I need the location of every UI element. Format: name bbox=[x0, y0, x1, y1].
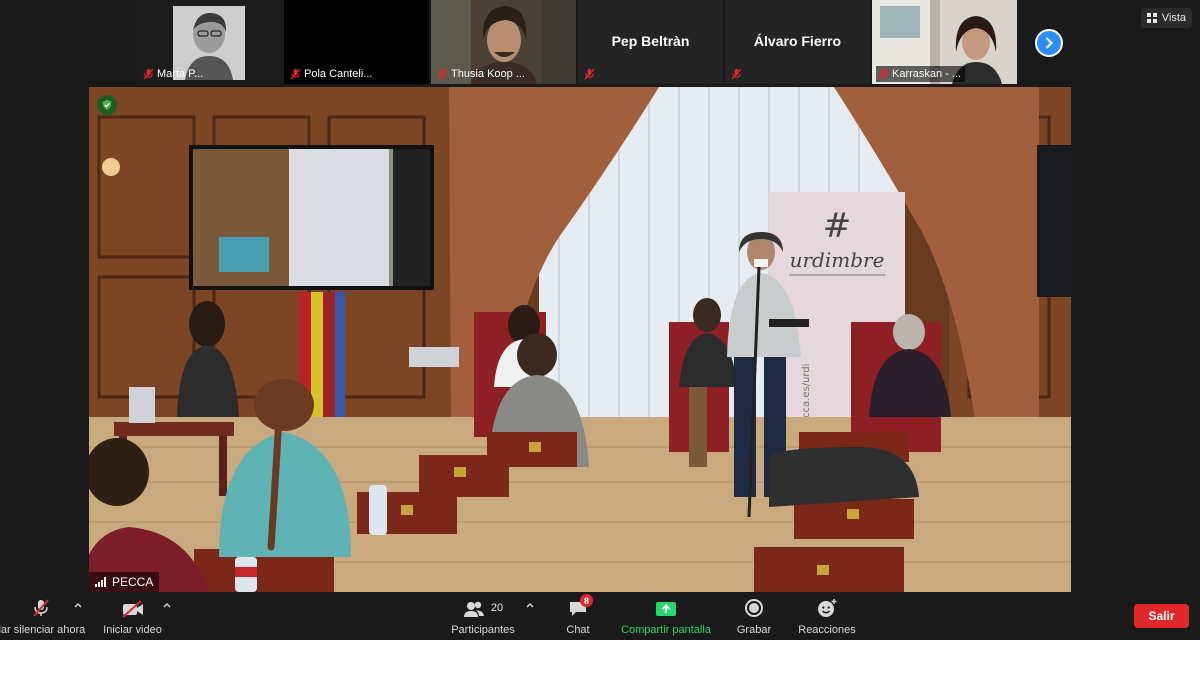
participant-name: Thusia Koop ... bbox=[451, 68, 525, 80]
share-screen-button[interactable]: Compartir pantalla bbox=[619, 596, 713, 636]
main-video: # urdimbre pecca.es/urdi PECCA bbox=[89, 87, 1071, 592]
participant-tile[interactable]: Álvaro Fierro bbox=[725, 0, 870, 84]
participant-tile[interactable]: Marta P... bbox=[137, 0, 282, 84]
participant-name: Pep Beltràn bbox=[611, 33, 690, 49]
record-button[interactable]: Grabar bbox=[737, 596, 771, 636]
participant-tile[interactable]: Pep Beltràn bbox=[578, 0, 723, 84]
participants-icon bbox=[463, 601, 484, 617]
record-label: Grabar bbox=[736, 624, 772, 636]
participants-count: 20 bbox=[490, 602, 504, 614]
participant-label: Karraskan - ... bbox=[876, 66, 966, 82]
unmute-label: Cancelar silenciar ahora bbox=[0, 624, 86, 636]
chat-label: Chat bbox=[566, 624, 590, 636]
banner-word: urdimbre bbox=[790, 248, 885, 272]
active-speaker-name: PECCA bbox=[112, 575, 154, 589]
participant-tile[interactable]: Pola Canteli... bbox=[284, 0, 429, 84]
share-screen-icon bbox=[656, 602, 676, 616]
participant-label bbox=[582, 66, 599, 82]
banner-hash: # bbox=[823, 206, 852, 246]
participant-strip: Marta P... Pola Canteli... Thusia Koop .… bbox=[137, 0, 1017, 86]
participants-options-chevron-icon[interactable] bbox=[525, 601, 535, 609]
audio-options-chevron-icon[interactable] bbox=[73, 601, 83, 609]
mic-muted-icon bbox=[33, 599, 49, 617]
meeting-toolbar: Cancelar silenciar ahora Iniciar video bbox=[0, 592, 1200, 640]
participant-tile[interactable]: Thusia Koop ... bbox=[431, 0, 576, 84]
chat-unread-badge: 8 bbox=[580, 594, 593, 607]
leave-meeting-button[interactable]: Salir bbox=[1134, 604, 1189, 628]
active-speaker-label: PECCA bbox=[89, 572, 160, 592]
mic-off-icon bbox=[731, 68, 742, 80]
mic-off-icon bbox=[437, 68, 448, 80]
chevron-right-icon bbox=[1046, 37, 1053, 49]
encryption-shield-icon[interactable] bbox=[97, 95, 117, 115]
signal-strength-icon bbox=[95, 577, 106, 587]
participant-label: Thusia Koop ... bbox=[435, 66, 529, 82]
participants-label: Participantes bbox=[451, 624, 515, 636]
mic-off-icon bbox=[290, 68, 301, 80]
participant-name: Pola Canteli... bbox=[304, 68, 373, 80]
shield-check-icon bbox=[102, 100, 112, 110]
participant-label: Marta P... bbox=[141, 66, 207, 82]
participant-name: Marta P... bbox=[157, 68, 204, 80]
video-off-icon bbox=[121, 600, 143, 618]
unmute-button[interactable]: Cancelar silenciar ahora bbox=[0, 596, 86, 636]
reactions-smiley-icon bbox=[818, 599, 837, 617]
participant-tile[interactable]: Karraskan - ... bbox=[872, 0, 1017, 84]
mic-off-icon bbox=[878, 68, 889, 80]
start-video-label: Iniciar video bbox=[103, 624, 162, 636]
participant-name: Karraskan - ... bbox=[892, 68, 962, 80]
start-video-button[interactable]: Iniciar video bbox=[100, 596, 165, 636]
participant-label: Pola Canteli... bbox=[288, 66, 377, 82]
grid-icon bbox=[1146, 13, 1157, 23]
reactions-button[interactable]: Reacciones bbox=[798, 596, 856, 636]
share-screen-label: Compartir pantalla bbox=[621, 624, 711, 636]
view-menu-button[interactable]: Vista bbox=[1140, 8, 1192, 28]
mic-off-icon bbox=[584, 68, 595, 80]
participant-label bbox=[729, 66, 746, 82]
participant-name: Álvaro Fierro bbox=[753, 33, 842, 49]
view-menu-label: Vista bbox=[1161, 12, 1186, 24]
main-video-feed: # urdimbre pecca.es/urdi bbox=[89, 87, 1071, 592]
mic-off-icon bbox=[143, 68, 154, 80]
chat-button[interactable]: 8 Chat bbox=[562, 594, 594, 636]
next-page-button[interactable] bbox=[1035, 29, 1063, 57]
reactions-label: Reacciones bbox=[798, 624, 856, 636]
zoom-meeting-window: Marta P... Pola Canteli... Thusia Koop .… bbox=[0, 0, 1200, 640]
record-icon bbox=[745, 599, 763, 617]
participants-button[interactable]: 20 Participantes bbox=[449, 596, 517, 636]
video-options-chevron-icon[interactable] bbox=[162, 601, 172, 609]
